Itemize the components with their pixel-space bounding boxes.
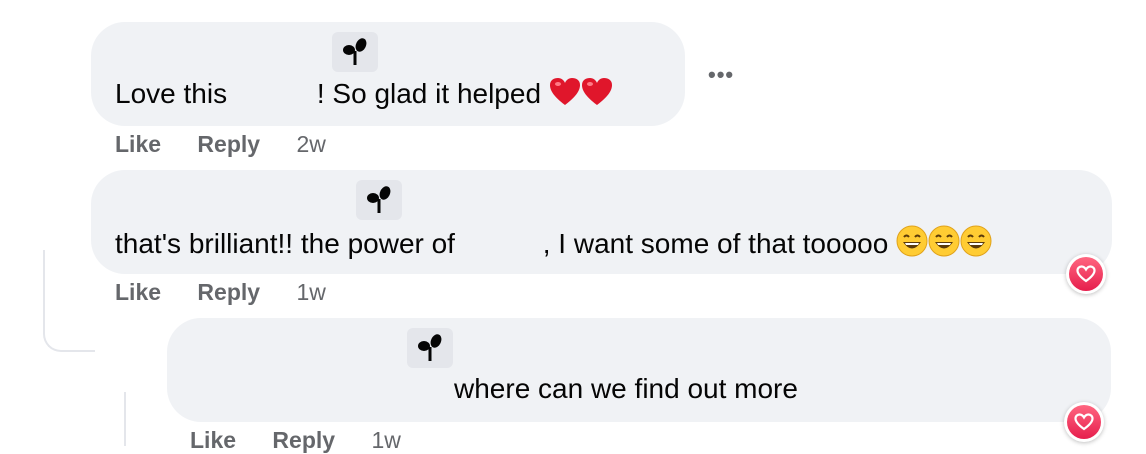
love-reaction-icon[interactable] bbox=[1064, 402, 1104, 442]
red-heart-icon bbox=[581, 77, 613, 114]
like-button[interactable]: Like bbox=[115, 279, 161, 305]
sprout-icon bbox=[356, 180, 402, 220]
red-heart-icon bbox=[549, 77, 581, 114]
more-options-icon[interactable]: ••• bbox=[708, 62, 734, 88]
thread-connector bbox=[43, 250, 95, 352]
like-button[interactable]: Like bbox=[115, 131, 161, 157]
sprout-icon bbox=[407, 328, 453, 368]
comment-actions-2: Like Reply 1w bbox=[115, 279, 326, 306]
comment-actions-1: Like Reply 2w bbox=[115, 131, 326, 158]
comment-text: Love this bbox=[115, 78, 228, 109]
reply-button[interactable]: Reply bbox=[197, 131, 260, 157]
like-button[interactable]: Like bbox=[190, 427, 236, 453]
thread-connector-reply bbox=[124, 392, 126, 446]
grinning-face-icon bbox=[896, 225, 928, 264]
comment-bubble-1: Love this ! So glad it helped bbox=[91, 22, 685, 126]
comment-actions-3: Like Reply 1w bbox=[190, 427, 401, 454]
timestamp[interactable]: 1w bbox=[371, 427, 400, 453]
timestamp[interactable]: 2w bbox=[296, 131, 325, 157]
comment-text: where can we find out more bbox=[454, 373, 798, 404]
grinning-face-icon bbox=[960, 225, 992, 264]
timestamp[interactable]: 1w bbox=[296, 279, 325, 305]
reply-button[interactable]: Reply bbox=[272, 427, 335, 453]
comment-bubble-3: where can we find out more bbox=[167, 318, 1111, 422]
love-reaction-icon[interactable] bbox=[1066, 254, 1106, 294]
comment-bubble-2: that's brilliant!! the power of , I want… bbox=[91, 170, 1112, 274]
grinning-face-icon bbox=[928, 225, 960, 264]
reply-button[interactable]: Reply bbox=[197, 279, 260, 305]
comment-text-tail: , I want some of that tooooo bbox=[542, 228, 889, 259]
comment-text-tail: ! So glad it helped bbox=[316, 78, 542, 109]
comment-text: that's brilliant!! the power of bbox=[115, 228, 455, 259]
sprout-icon bbox=[332, 32, 378, 72]
